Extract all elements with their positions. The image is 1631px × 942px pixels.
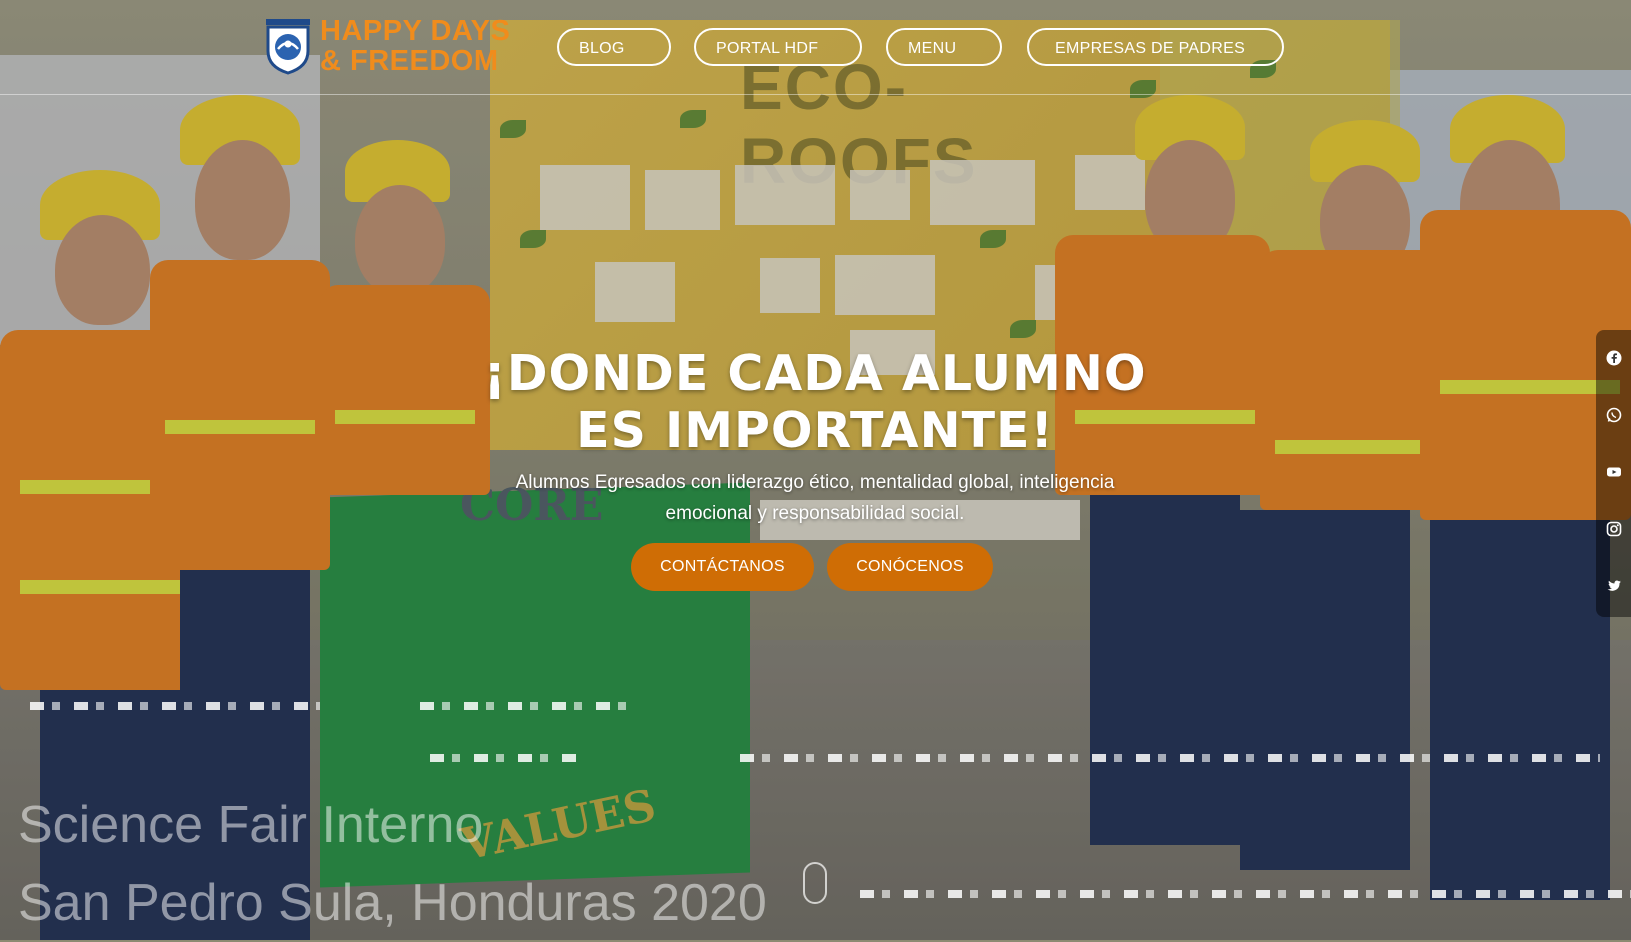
contact-us-button[interactable]: CONTÁCTANOS bbox=[631, 543, 814, 591]
site-header: HAPPY DAYS & FREEDOM BLOG PORTAL HDF MEN… bbox=[0, 0, 1631, 95]
facebook-icon[interactable] bbox=[1596, 343, 1631, 373]
youtube-icon[interactable] bbox=[1596, 457, 1631, 487]
decorative-dash-line bbox=[420, 702, 640, 710]
school-crest-icon bbox=[264, 17, 312, 75]
hero-title: ¡DONDE CADA ALUMNO ES IMPORTANTE! bbox=[483, 345, 1147, 459]
decorative-dash-line bbox=[430, 754, 580, 762]
nav-menu-button[interactable]: MENU bbox=[886, 28, 1002, 66]
nav-empresas-de-padres-button[interactable]: EMPRESAS DE PADRES bbox=[1027, 28, 1284, 66]
decorative-dash-line bbox=[740, 754, 1600, 762]
whatsapp-icon[interactable] bbox=[1596, 400, 1631, 430]
brand-name-line1: HAPPY DAYS bbox=[320, 15, 511, 47]
nav-blog-button[interactable]: BLOG bbox=[557, 28, 671, 66]
decorative-dash-line bbox=[860, 890, 1631, 898]
hero-subtitle: Alumnos Egresados con liderazgo ético, m… bbox=[515, 472, 1115, 524]
scroll-down-indicator[interactable] bbox=[803, 862, 827, 904]
about-us-button[interactable]: CONÓCENOS bbox=[827, 543, 993, 591]
twitter-icon[interactable] bbox=[1596, 571, 1631, 601]
photo-caption-line1: Science Fair Interno bbox=[18, 796, 484, 854]
nav-portal-hdf-button[interactable]: PORTAL HDF bbox=[694, 28, 862, 66]
decorative-dash-line bbox=[30, 702, 320, 710]
instagram-icon[interactable] bbox=[1596, 514, 1631, 544]
site-logo[interactable]: HAPPY DAYS & FREEDOM bbox=[264, 16, 510, 76]
photo-caption-line2: San Pedro Sula, Honduras 2020 bbox=[18, 874, 767, 932]
social-links-rail bbox=[1596, 330, 1631, 617]
brand-name-line2: & FREEDOM bbox=[320, 45, 499, 77]
